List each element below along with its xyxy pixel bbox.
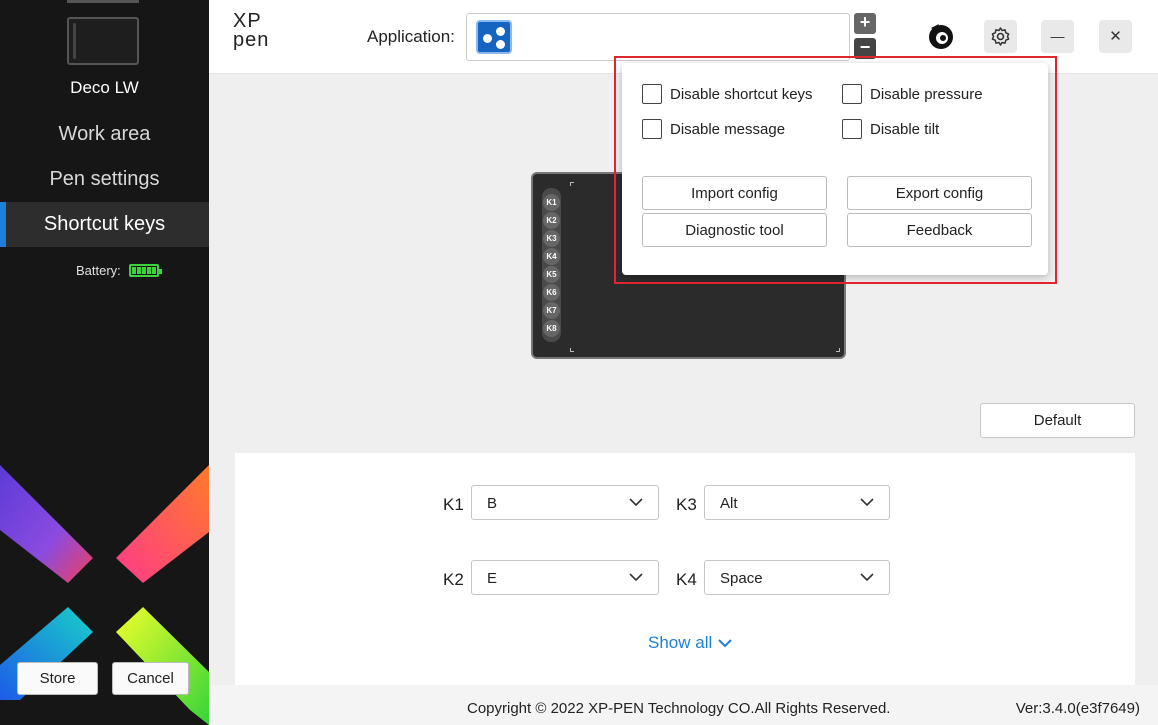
- add-application-button[interactable]: +: [854, 13, 876, 34]
- k3-value: Alt: [720, 495, 738, 512]
- export-config-button[interactable]: Export config: [847, 176, 1032, 210]
- k1-label: K1: [443, 495, 464, 514]
- tablet-key[interactable]: K7: [543, 302, 560, 319]
- close-button[interactable]: ✕: [1099, 20, 1132, 53]
- disable-pressure-label: Disable pressure: [870, 85, 983, 103]
- k1-value: B: [487, 495, 498, 512]
- device-thumbnail-icon[interactable]: [67, 17, 139, 65]
- disable-message-option[interactable]: Disable message: [642, 119, 785, 139]
- sidebar-item-shortcut-keys[interactable]: Shortcut keys: [0, 202, 209, 247]
- logo-bottom: pen: [233, 29, 270, 51]
- disable-pressure-option[interactable]: Disable pressure: [842, 84, 983, 104]
- show-all-label: Show all: [648, 633, 713, 652]
- xp-pen-logo: XP pen: [233, 11, 270, 51]
- tablet-keys-strip: K1 K2 K3 K4 K5 K6 K7 K8: [542, 188, 561, 342]
- k4-value: Space: [720, 570, 763, 587]
- copyright-text: Copyright © 2022 XP-PEN Technology CO.Al…: [467, 700, 891, 717]
- chevron-down-icon: [860, 573, 874, 582]
- minimize-button[interactable]: —: [1041, 20, 1074, 53]
- disable-tilt-checkbox[interactable]: [842, 119, 862, 139]
- battery-label: Battery:: [76, 263, 121, 278]
- disable-message-checkbox[interactable]: [642, 119, 662, 139]
- disable-tilt-label: Disable tilt: [870, 120, 940, 138]
- tablet-key[interactable]: K6: [543, 284, 560, 301]
- cancel-button[interactable]: Cancel: [112, 662, 189, 695]
- default-button[interactable]: Default: [980, 403, 1135, 438]
- k1-select[interactable]: B: [471, 485, 659, 520]
- import-config-button[interactable]: Import config: [642, 176, 827, 210]
- battery-status: Battery:: [76, 263, 162, 278]
- disable-shortcut-keys-checkbox[interactable]: [642, 84, 662, 104]
- chevron-down-icon: [629, 498, 643, 507]
- settings-popup: Disable shortcut keys Disable pressure D…: [622, 63, 1048, 275]
- disable-shortcut-keys-label: Disable shortcut keys: [670, 85, 813, 103]
- feedback-button[interactable]: Feedback: [847, 213, 1032, 247]
- tablet-key[interactable]: K8: [543, 320, 560, 337]
- k2-label: K2: [443, 570, 464, 589]
- device-name: Deco LW: [70, 78, 139, 97]
- store-button[interactable]: Store: [17, 662, 98, 695]
- sidebar-item-pen-settings[interactable]: Pen settings: [0, 157, 209, 202]
- k2-value: E: [487, 570, 498, 587]
- tablet-key[interactable]: K4: [543, 248, 560, 265]
- shortcut-key-panel: K1 B K3 Alt K2 E K4 Space Show all: [235, 453, 1135, 685]
- xp-brand-icon[interactable]: [927, 22, 955, 50]
- chevron-down-icon: [629, 573, 643, 582]
- disable-tilt-option[interactable]: Disable tilt: [842, 119, 939, 139]
- k3-select[interactable]: Alt: [704, 485, 890, 520]
- sidebar: Deco LW Work area Pen settings Shortcut …: [0, 0, 209, 725]
- version-text: Ver:3.4.0(e3f7649): [1015, 700, 1140, 717]
- k2-select[interactable]: E: [471, 560, 659, 595]
- battery-icon: [128, 264, 162, 277]
- application-selector[interactable]: [466, 13, 850, 61]
- chevron-down-icon: [860, 498, 874, 507]
- tablet-key[interactable]: K3: [543, 230, 560, 247]
- topline: [67, 0, 139, 3]
- tablet-key[interactable]: K5: [543, 266, 560, 283]
- chevron-down-icon: [718, 639, 732, 648]
- disable-message-label: Disable message: [670, 120, 786, 138]
- sidebar-item-work-area[interactable]: Work area: [0, 112, 209, 157]
- tablet-key[interactable]: K1: [543, 194, 560, 211]
- disable-shortcut-keys-option[interactable]: Disable shortcut keys: [642, 84, 813, 104]
- tablet-key[interactable]: K2: [543, 212, 560, 229]
- settings-gear-icon[interactable]: [984, 20, 1017, 53]
- k4-label: K4: [676, 570, 697, 589]
- show-all-link[interactable]: Show all: [648, 633, 733, 653]
- application-label: Application:: [367, 27, 455, 46]
- diagnostic-tool-button[interactable]: Diagnostic tool: [642, 213, 827, 247]
- k3-label: K3: [676, 495, 697, 514]
- k4-select[interactable]: Space: [704, 560, 890, 595]
- footer: Copyright © 2022 XP-PEN Technology CO.Al…: [209, 685, 1158, 725]
- disable-pressure-checkbox[interactable]: [842, 84, 862, 104]
- all-apps-icon[interactable]: [476, 20, 512, 54]
